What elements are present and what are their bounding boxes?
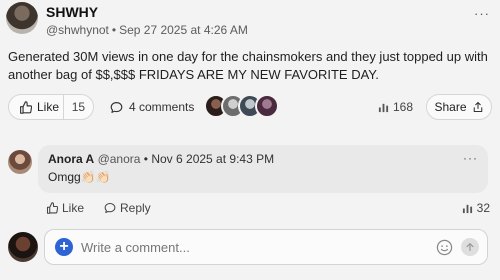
author-name[interactable]: SHWHY	[46, 4, 248, 20]
comment-meta-separator: •	[143, 152, 148, 166]
comment-reply-button[interactable]: Reply	[104, 201, 151, 215]
speech-bubble-icon	[110, 101, 123, 114]
bar-chart-icon	[462, 203, 473, 214]
like-button[interactable]: Like	[9, 95, 64, 119]
comment-views-count: 32	[462, 201, 490, 215]
comment-more-icon[interactable]: ···	[463, 151, 478, 165]
comment-actions: Like Reply 32	[46, 201, 490, 217]
like-group: Like 15	[8, 94, 94, 120]
post-actions: Like 15 4 comments 168 Share	[8, 94, 492, 120]
author-handle[interactable]: @shwhynot	[46, 23, 109, 37]
commenter-avatars[interactable]	[204, 94, 279, 120]
comment-composer: +	[44, 229, 488, 265]
views-count: 168	[378, 94, 413, 120]
comment-author-handle[interactable]: @anora	[98, 152, 141, 166]
post-meta: @shwhynot • Sep 27 2025 at 4:26 AM	[46, 22, 248, 38]
commenter-avatar-anora[interactable]	[8, 150, 32, 174]
commenter-avatar[interactable]	[255, 94, 279, 118]
share-button[interactable]: Share	[426, 94, 492, 120]
comment-text: Omgg👏🏻👏🏻	[48, 170, 111, 184]
comment-author-name[interactable]: Anora A	[48, 152, 94, 166]
arrow-up-icon	[465, 242, 475, 252]
comment-views-number: 32	[476, 201, 490, 215]
comment-timestamp: Nov 6 2025 at 9:43 PM	[151, 152, 275, 166]
comment-like-button[interactable]: Like	[46, 201, 84, 215]
share-icon	[472, 101, 484, 113]
comment-input[interactable]	[81, 237, 421, 257]
author-avatar[interactable]	[6, 2, 38, 34]
share-label: Share	[434, 100, 467, 114]
like-label: Like	[37, 100, 60, 114]
post-more-icon[interactable]: ···	[474, 6, 490, 21]
views-number: 168	[393, 100, 414, 114]
comments-label: 4 comments	[129, 100, 195, 114]
thumbs-up-icon	[46, 202, 58, 214]
emoji-icon[interactable]	[436, 239, 453, 256]
comment-like-label: Like	[62, 201, 85, 215]
comment-bubble: Anora A @anora • Nov 6 2025 at 9:43 PM ·…	[38, 145, 488, 193]
plus-icon[interactable]: +	[55, 238, 73, 256]
comment-reply-label: Reply	[120, 201, 151, 215]
post-body: Generated 30M views in one day for the c…	[8, 49, 488, 82]
comment-meta: Anora A @anora • Nov 6 2025 at 9:43 PM	[48, 152, 274, 166]
bar-chart-icon	[378, 102, 389, 113]
comments-button[interactable]: 4 comments	[110, 94, 194, 120]
like-count[interactable]: 15	[64, 100, 93, 114]
send-button[interactable]	[461, 238, 479, 256]
current-user-avatar[interactable]	[8, 232, 38, 262]
thumbs-up-icon	[19, 100, 32, 114]
post-header: SHWHY @shwhynot • Sep 27 2025 at 4:26 AM	[46, 4, 248, 38]
post-timestamp: Sep 27 2025 at 4:26 AM	[119, 23, 248, 37]
meta-separator: •	[111, 23, 117, 37]
speech-bubble-icon	[104, 202, 116, 214]
